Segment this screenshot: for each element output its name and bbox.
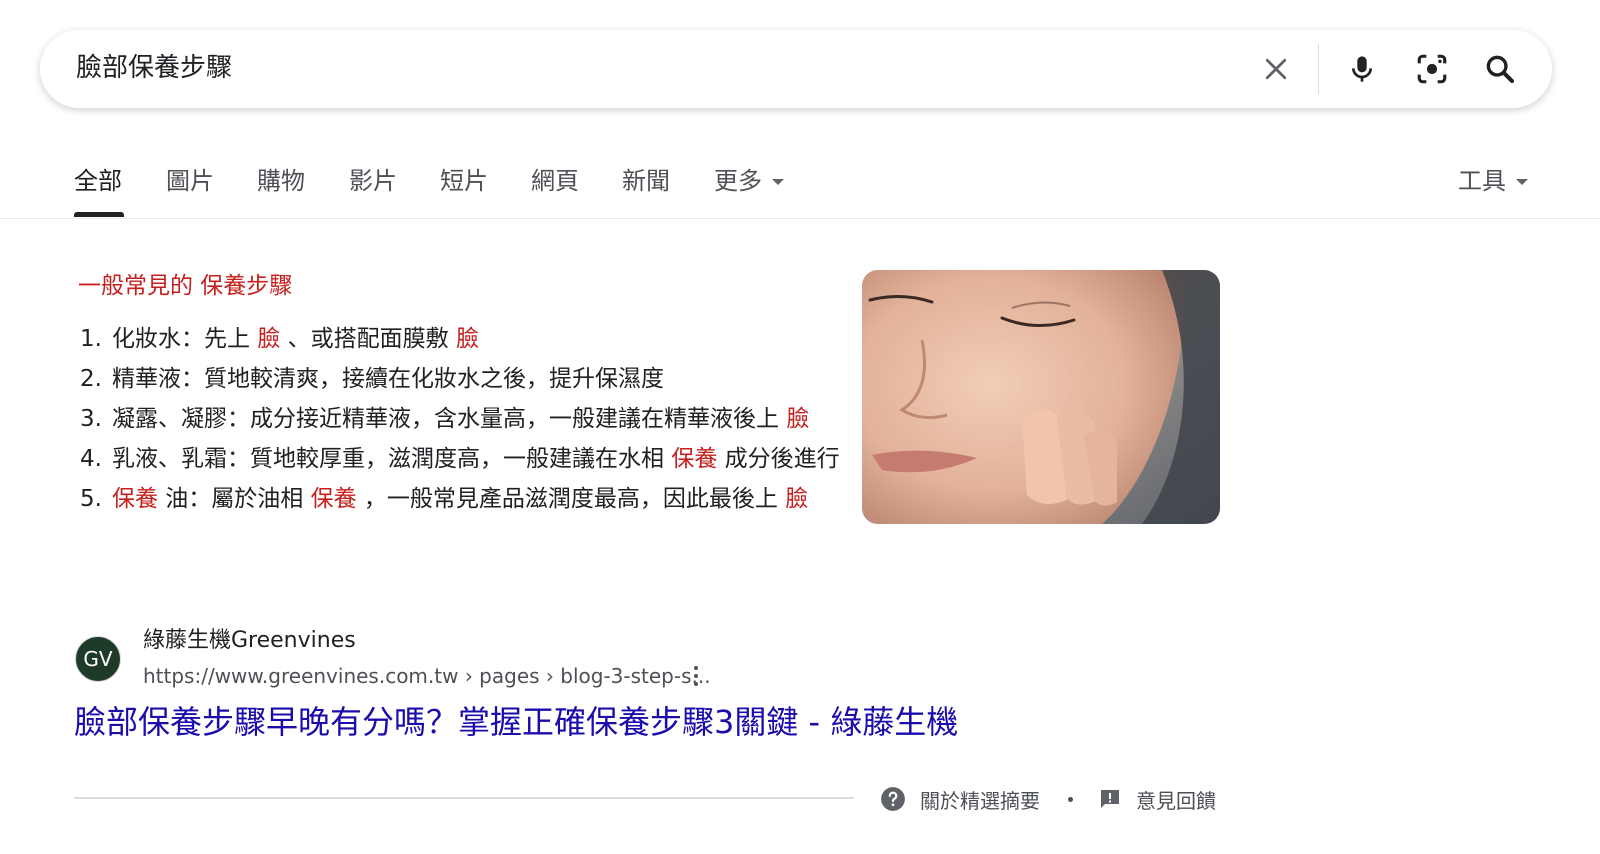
item-highlight: 臉 xyxy=(785,486,809,512)
tab-all[interactable]: 全部 xyxy=(74,166,122,196)
item-text: 油：屬於油相 xyxy=(158,486,311,512)
result-title-link[interactable]: 臉部保養步驟早晚有分嗎？掌握正確保養步驟3關鍵 - 綠藤生機 xyxy=(74,700,958,744)
list-item: 3. 凝露、凝膠：成分接近精華液，含水量高，一般建議在精華液後上 臉 xyxy=(80,402,850,436)
site-favicon[interactable]: GV xyxy=(75,636,121,682)
feedback-icon xyxy=(1101,790,1119,808)
about-featured-snippets-link[interactable]: 關於精選摘要 xyxy=(880,784,1040,814)
tab-shopping[interactable]: 購物 xyxy=(257,166,305,196)
divider xyxy=(74,797,854,799)
tab-videos[interactable]: 影片 xyxy=(349,166,397,196)
tab-images[interactable]: 圖片 xyxy=(166,166,214,196)
item-highlight: 保養 xyxy=(112,486,158,512)
microphone-icon[interactable] xyxy=(1342,49,1382,89)
list-number: 5. xyxy=(80,486,102,512)
search-bar[interactable]: 臉部保養步驟 xyxy=(40,30,1552,108)
tools-label: 工具 xyxy=(1458,167,1506,195)
item-text: 精華液：質地較清爽，接續在化妝水之後，提升保濕度 xyxy=(112,366,664,392)
list-number: 1. xyxy=(80,326,102,352)
tab-more-label: 更多 xyxy=(714,167,762,195)
list-item: 2. 精華液：質地較清爽，接續在化妝水之後，提升保濕度 xyxy=(80,362,850,396)
tab-web[interactable]: 網頁 xyxy=(531,166,579,196)
list-item: 5. 保養 油：屬於油相 保養 ，一般常見產品滋潤度最高，因此最後上 臉 xyxy=(80,482,850,516)
tools-button[interactable]: 工具 xyxy=(1458,166,1528,196)
item-text: 乳液、乳霜：質地較厚重，滋潤度高，一般建議在水相 xyxy=(112,446,672,472)
item-text: ，一般常見產品滋潤度最高，因此最後上 xyxy=(356,486,786,512)
item-highlight: 臉 xyxy=(455,326,479,352)
list-number: 4. xyxy=(80,446,102,472)
tab-short-videos[interactable]: 短片 xyxy=(440,166,488,196)
list-number: 2. xyxy=(80,366,102,392)
item-text: 成分後進行 xyxy=(717,446,840,472)
caret-down-icon xyxy=(1516,179,1528,185)
more-options-icon[interactable] xyxy=(684,662,708,690)
caret-down-icon xyxy=(772,179,784,185)
active-tab-indicator xyxy=(74,212,124,217)
snippet-heading: 一般常見的 保養步驟 xyxy=(78,273,293,299)
clear-icon[interactable] xyxy=(1256,49,1296,89)
item-highlight: 臉 xyxy=(257,326,281,352)
search-divider xyxy=(1318,44,1319,94)
item-text: 、或搭配面膜敷 xyxy=(280,326,456,352)
snippet-image[interactable] xyxy=(862,270,1220,524)
site-name[interactable]: 綠藤生機Greenvines xyxy=(143,626,356,656)
tab-news[interactable]: 新聞 xyxy=(622,166,670,196)
feedback-label: 意見回饋 xyxy=(1136,788,1216,813)
tab-more[interactable]: 更多 xyxy=(714,166,784,196)
list-number: 3. xyxy=(80,406,102,432)
separator-dot xyxy=(1068,797,1073,802)
about-label: 關於精選摘要 xyxy=(920,788,1040,813)
site-url[interactable]: https://www.greenvines.com.tw › pages › … xyxy=(143,662,711,690)
feedback-link[interactable]: 意見回饋 xyxy=(1098,784,1216,814)
item-highlight: 保養 xyxy=(310,486,357,512)
item-text: 化妝水：先上 xyxy=(112,326,258,352)
list-item: 1. 化妝水：先上 臉 、或搭配面膜敷 臉 xyxy=(80,322,850,356)
item-highlight: 保養 xyxy=(671,446,718,472)
search-tabs: 全部 圖片 購物 影片 短片 網頁 新聞 更多 工具 xyxy=(0,160,1600,219)
list-item: 4. 乳液、乳霜：質地較厚重，滋潤度高，一般建議在水相 保養 成分後進行 xyxy=(80,442,850,476)
item-highlight: 臉 xyxy=(786,406,810,432)
item-text: 凝露、凝膠：成分接近精華液，含水量高，一般建議在精華液後上 xyxy=(112,406,787,432)
help-icon xyxy=(881,787,905,811)
search-icon[interactable] xyxy=(1480,49,1520,89)
search-input[interactable]: 臉部保養步驟 xyxy=(76,50,232,86)
camera-lens-icon[interactable] xyxy=(1412,49,1452,89)
snippet-list: 1. 化妝水：先上 臉 、或搭配面膜敷 臉 2. 精華液：質地較清爽，接續在化妝水之… xyxy=(80,322,850,522)
